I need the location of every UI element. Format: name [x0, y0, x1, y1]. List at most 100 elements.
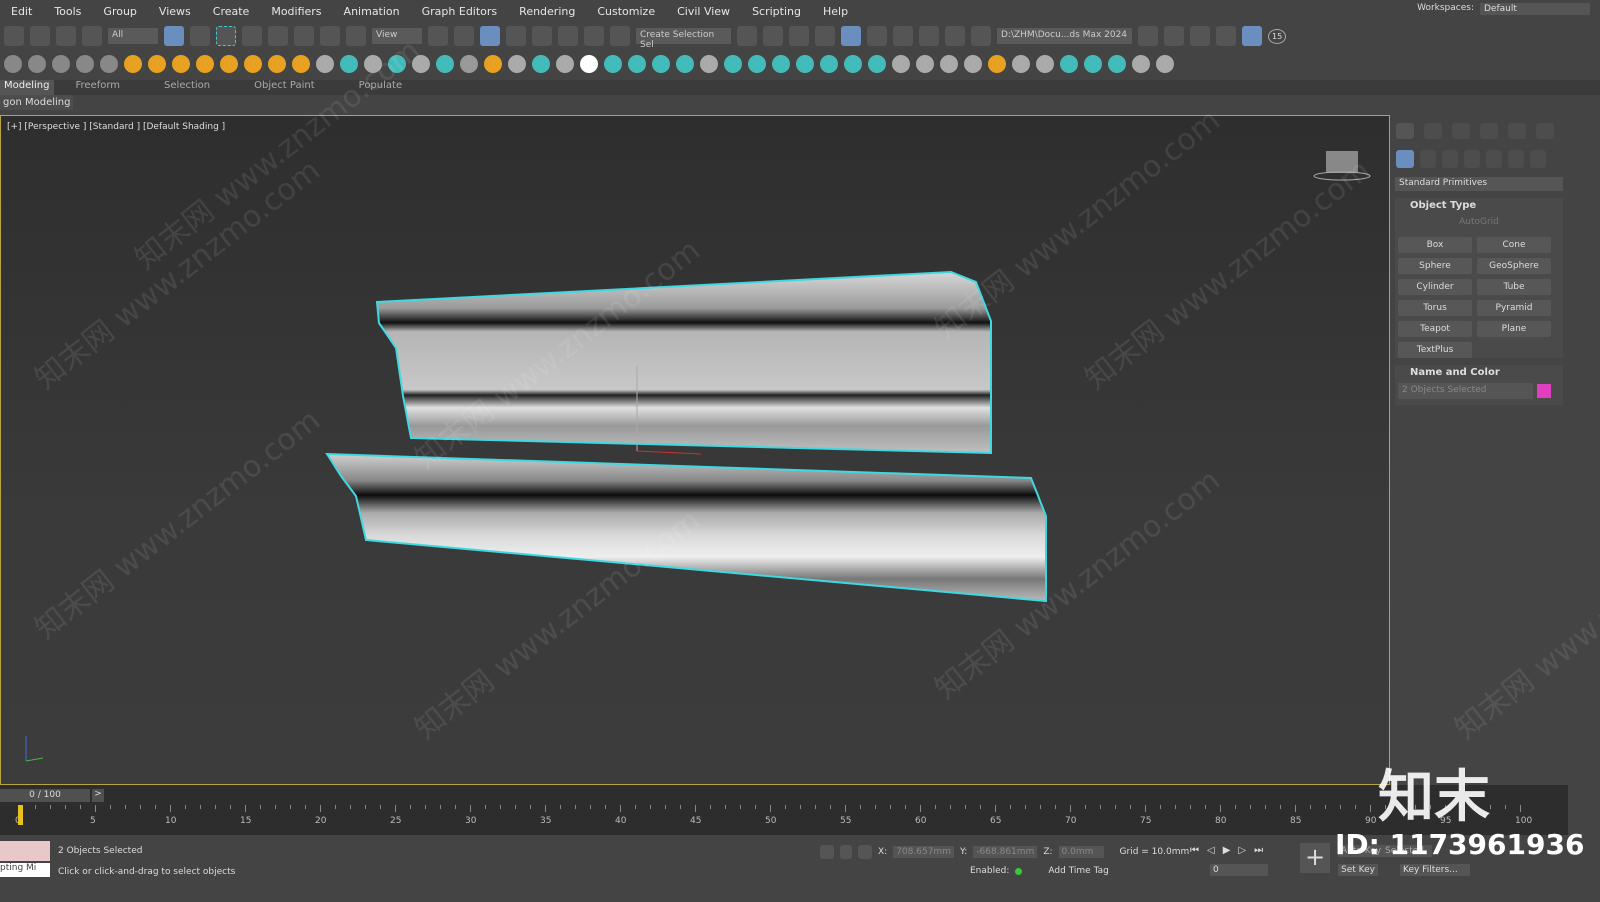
enabled-indicator-icon[interactable]: [1015, 867, 1023, 875]
create-tool-28-icon[interactable]: [652, 55, 670, 73]
select-by-name-icon[interactable]: [190, 26, 210, 46]
create-tool-43-icon[interactable]: [1012, 55, 1030, 73]
time-cursor[interactable]: [18, 805, 23, 825]
create-cylinder-button[interactable]: Cylinder: [1398, 279, 1472, 295]
create-tool-31-icon[interactable]: [724, 55, 742, 73]
create-tool-5-icon[interactable]: [100, 55, 118, 73]
create-tool-30-icon[interactable]: [700, 55, 718, 73]
menu-rendering[interactable]: Rendering: [508, 5, 586, 18]
modify-tab-icon[interactable]: [1424, 123, 1442, 139]
snap-toggle-icon[interactable]: [506, 26, 526, 46]
create-textplus-button[interactable]: TextPlus: [1398, 342, 1472, 358]
create-tool-12-icon[interactable]: [268, 55, 286, 73]
ribbon-tab-modeling[interactable]: Modeling: [0, 80, 54, 95]
create-tool-4-icon[interactable]: [76, 55, 94, 73]
space-warps-icon[interactable]: [1508, 150, 1524, 168]
utilities-tab-icon[interactable]: [1536, 123, 1554, 139]
create-tool-36-icon[interactable]: [844, 55, 862, 73]
named-selection-set[interactable]: Create Selection Sel: [636, 28, 731, 50]
link-icon[interactable]: [30, 26, 50, 46]
create-tool-16-icon[interactable]: [364, 55, 382, 73]
create-tool-17-icon[interactable]: [388, 55, 406, 73]
create-tool-29-icon[interactable]: [676, 55, 694, 73]
create-pyramid-button[interactable]: Pyramid: [1477, 300, 1551, 316]
reference-coordinate-dropdown[interactable]: View: [372, 28, 422, 44]
next-frame-arrow-icon[interactable]: >: [92, 789, 104, 802]
set-key-button[interactable]: Set Key: [1338, 864, 1378, 876]
play-icon[interactable]: ▶: [1223, 845, 1231, 856]
lock-selection-icon[interactable]: [840, 845, 852, 859]
next-frame-icon[interactable]: ▷: [1238, 845, 1246, 856]
object-name-field[interactable]: 2 Objects Selected: [1398, 383, 1533, 399]
add-time-tag[interactable]: Add Time Tag: [1048, 866, 1108, 876]
ribbon-toggle-icon[interactable]: [841, 26, 861, 46]
transform-gizmo-x[interactable]: [636, 450, 702, 455]
create-tool-9-icon[interactable]: [196, 55, 214, 73]
menu-customize[interactable]: Customize: [586, 5, 666, 18]
create-tool-46-icon[interactable]: [1084, 55, 1102, 73]
crown-molding-upper[interactable]: [375, 270, 992, 455]
rect-selection-icon[interactable]: [216, 26, 236, 46]
create-tool-44-icon[interactable]: [1036, 55, 1054, 73]
create-cone-button[interactable]: Cone: [1477, 237, 1551, 253]
create-tool-24-icon[interactable]: [556, 55, 574, 73]
create-tool-34-icon[interactable]: [796, 55, 814, 73]
percent-snap-icon[interactable]: [558, 26, 578, 46]
create-tool-2-icon[interactable]: [28, 55, 46, 73]
create-tool-41-icon[interactable]: [964, 55, 982, 73]
viewcube[interactable]: [1326, 151, 1358, 173]
rotate-icon[interactable]: [294, 26, 314, 46]
ribbon-tab-selection[interactable]: Selection: [142, 80, 232, 95]
create-tool-40-icon[interactable]: [940, 55, 958, 73]
project-folder-icon[interactable]: [1164, 26, 1184, 46]
geometry-icon[interactable]: [1396, 150, 1414, 168]
snap-count[interactable]: 15: [1268, 28, 1287, 44]
create-tool-1-icon[interactable]: [4, 55, 22, 73]
create-tool-26-icon[interactable]: [604, 55, 622, 73]
create-tool-47-icon[interactable]: [1108, 55, 1126, 73]
angle-snap-icon[interactable]: [532, 26, 552, 46]
viewport-layout-icon[interactable]: [1242, 26, 1262, 46]
align-icon[interactable]: [763, 26, 783, 46]
material-editor-icon[interactable]: [919, 26, 939, 46]
ribbon-tab-object-paint[interactable]: Object Paint: [232, 80, 337, 95]
create-torus-button[interactable]: Torus: [1398, 300, 1472, 316]
window-crossing-icon[interactable]: [242, 26, 262, 46]
ribbon-tab-freeform[interactable]: Freeform: [54, 80, 143, 95]
create-tool-15-icon[interactable]: [340, 55, 358, 73]
placement-icon[interactable]: [346, 26, 366, 46]
create-sphere-button[interactable]: Sphere: [1398, 258, 1472, 274]
create-tool-21-icon[interactable]: [484, 55, 502, 73]
curve-editor-icon[interactable]: [867, 26, 887, 46]
scale-icon[interactable]: [320, 26, 340, 46]
go-to-end-icon[interactable]: ⏭: [1254, 845, 1263, 856]
create-tool-3-icon[interactable]: [52, 55, 70, 73]
move-icon[interactable]: [268, 26, 288, 46]
workspace-dropdown[interactable]: Default: [1480, 3, 1590, 15]
y-coordinate-field[interactable]: -668.861mm: [973, 846, 1038, 858]
current-frame-field[interactable]: 0: [1210, 864, 1268, 876]
maxscript-mini-listener[interactable]: pting Mi: [0, 863, 50, 877]
project-settings-icon[interactable]: [1190, 26, 1210, 46]
isolate-selection-icon[interactable]: [820, 845, 834, 859]
create-tool-48-icon[interactable]: [1132, 55, 1150, 73]
object-color-swatch[interactable]: [1537, 384, 1551, 398]
create-box-button[interactable]: Box: [1398, 237, 1472, 253]
spinner-snap-icon[interactable]: [584, 26, 604, 46]
create-tool-11-icon[interactable]: [244, 55, 262, 73]
name-color-header[interactable]: Name and Color: [1395, 365, 1563, 380]
helpers-icon[interactable]: [1486, 150, 1502, 168]
create-tool-22-icon[interactable]: [508, 55, 526, 73]
create-tool-20-icon[interactable]: [460, 55, 478, 73]
absolute-mode-icon[interactable]: [858, 845, 872, 859]
layer-explorer-icon[interactable]: [815, 26, 835, 46]
ribbon-tab-populate[interactable]: Populate: [337, 80, 424, 95]
create-tool-42-icon[interactable]: [988, 55, 1006, 73]
create-tab-icon[interactable]: [1396, 123, 1414, 139]
create-tool-27-icon[interactable]: [628, 55, 646, 73]
create-geosphere-button[interactable]: GeoSphere: [1477, 258, 1551, 274]
create-tool-7-icon[interactable]: [148, 55, 166, 73]
create-tool-18-icon[interactable]: [412, 55, 430, 73]
time-slider[interactable]: 0 / 100: [0, 789, 90, 802]
set-keys-icon[interactable]: +: [1300, 843, 1330, 873]
